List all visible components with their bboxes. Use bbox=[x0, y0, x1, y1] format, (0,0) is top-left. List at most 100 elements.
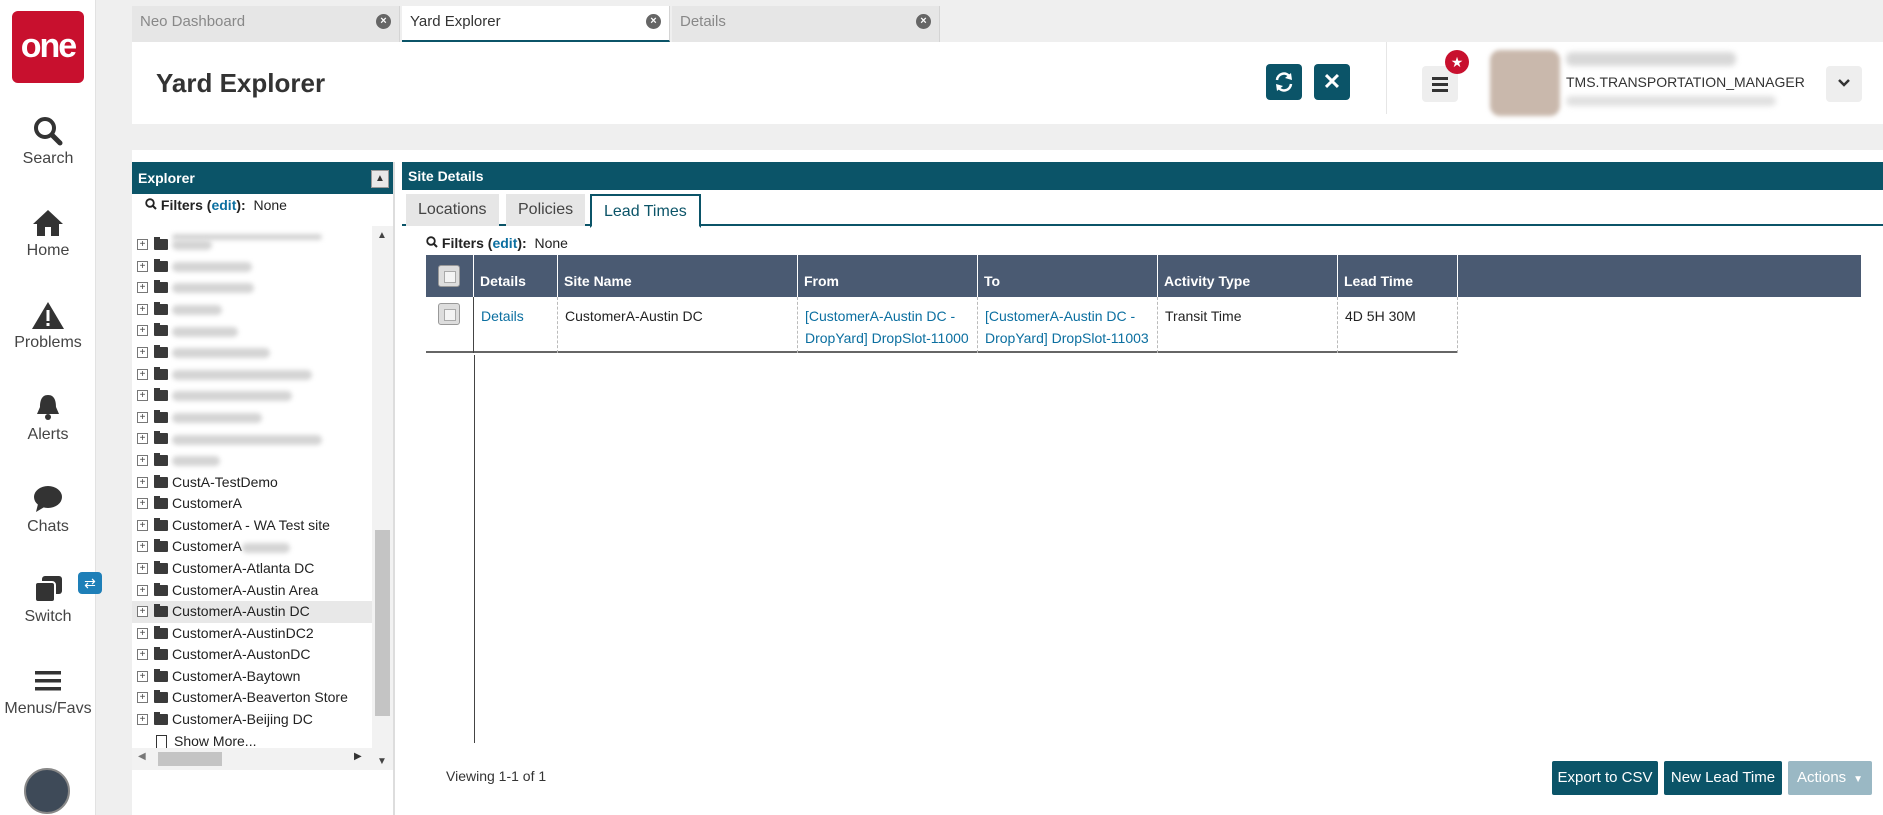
collapse-button[interactable]: ▲ bbox=[371, 170, 389, 188]
assistant-avatar[interactable] bbox=[24, 768, 70, 814]
nav-home-label: Home bbox=[26, 242, 70, 259]
vertical-scrollbar[interactable]: ▲ ▼ bbox=[372, 226, 393, 770]
user-email-redacted bbox=[1566, 96, 1776, 106]
nav-alerts[interactable]: Alerts bbox=[0, 392, 96, 468]
tree-item-redacted[interactable]: + bbox=[132, 428, 372, 450]
filters-label: Filters bbox=[441, 235, 484, 251]
grid-header: Details Site Name From To Activity Type … bbox=[426, 255, 1861, 297]
column-header-to[interactable]: To bbox=[978, 255, 1158, 297]
table-row[interactable]: Details CustomerA-Austin DC [CustomerA-A… bbox=[426, 297, 1458, 353]
select-all-cell bbox=[426, 255, 474, 297]
tree-item-redacted[interactable] bbox=[132, 226, 372, 241]
close-tab-icon[interactable]: × bbox=[646, 14, 661, 29]
tree-item[interactable]: + CustomerA-Austin Area bbox=[132, 580, 372, 602]
filters-label: Filters bbox=[160, 197, 203, 213]
explorer-title: Explorer bbox=[138, 170, 195, 186]
tab-policies[interactable]: Policies bbox=[506, 194, 586, 226]
tree-item-label: CustomerA-Beijing DC bbox=[172, 711, 313, 728]
tree-item[interactable]: + CustomerA bbox=[132, 536, 372, 558]
new-lead-time-button[interactable]: New Lead Time bbox=[1664, 761, 1782, 795]
tree-item-redacted[interactable]: + bbox=[132, 342, 372, 364]
user-menu-button[interactable] bbox=[1826, 66, 1862, 102]
search-icon bbox=[34, 117, 63, 146]
close-tab-icon[interactable]: × bbox=[376, 14, 391, 29]
actions-button[interactable]: Actions ▼ bbox=[1788, 761, 1872, 795]
scroll-down-icon[interactable]: ▼ bbox=[377, 756, 387, 767]
scroll-thumb[interactable] bbox=[375, 530, 390, 716]
caret-down-icon: ▼ bbox=[1850, 774, 1864, 785]
close-button[interactable]: ✕ bbox=[1314, 64, 1350, 100]
site-details-title: Site Details bbox=[408, 168, 484, 184]
tab-locations[interactable]: Locations bbox=[406, 194, 499, 226]
header-divider bbox=[1386, 42, 1387, 114]
nav-alerts-label: Alerts bbox=[27, 426, 69, 443]
row-checkbox[interactable] bbox=[438, 303, 460, 325]
nav-search[interactable]: Search bbox=[0, 116, 96, 192]
tree-item-selected[interactable]: + CustomerA-Austin DC bbox=[132, 601, 372, 623]
scroll-left-icon[interactable]: ◀ bbox=[138, 751, 146, 762]
nav-problems[interactable]: Problems bbox=[0, 300, 96, 376]
site-details-panel: Site Details Locations Policies Lead Tim… bbox=[402, 162, 1883, 815]
one-logo[interactable]: one bbox=[12, 11, 84, 83]
scroll-right-icon[interactable]: ▶ bbox=[354, 751, 362, 762]
horizontal-scrollbar[interactable]: ◀ ▶ bbox=[132, 748, 372, 770]
to-link[interactable]: [CustomerA-Austin DC - DropYard] DropSlo… bbox=[978, 297, 1158, 353]
nav-menus-favs[interactable]: Menus/Favs bbox=[0, 666, 96, 742]
user-role: TMS.TRANSPORTATION_MANAGER bbox=[1566, 74, 1805, 90]
tree-item-label: CustomerA-Beaverton Store bbox=[172, 689, 348, 706]
swap-arrows-icon[interactable]: ⇄ bbox=[78, 572, 102, 594]
tree-item-redacted[interactable]: + bbox=[132, 277, 372, 299]
tab-lead-times[interactable]: Lead Times bbox=[590, 194, 701, 228]
bell-icon bbox=[37, 395, 59, 420]
details-link[interactable]: Details bbox=[474, 297, 558, 353]
search-icon bbox=[145, 198, 157, 210]
activity-type-cell: Transit Time bbox=[1158, 297, 1338, 353]
tab-yard-explorer[interactable]: Yard Explorer × bbox=[402, 6, 670, 42]
tree-item-label: CustomerA - WA Test site bbox=[172, 516, 330, 533]
tree-item-redacted[interactable]: + bbox=[132, 256, 372, 278]
select-all-checkbox[interactable] bbox=[438, 265, 460, 287]
show-more-label: Show More... bbox=[174, 732, 257, 748]
nav-search-label: Search bbox=[22, 150, 74, 167]
home-icon bbox=[33, 210, 63, 236]
tab-details[interactable]: Details × bbox=[672, 6, 940, 42]
nav-home[interactable]: Home bbox=[0, 208, 96, 284]
tree-item[interactable]: + CustA-TestDemo bbox=[132, 472, 372, 494]
tree-item-redacted[interactable]: + bbox=[132, 450, 372, 472]
grid-filters: Filters (edit): None bbox=[426, 232, 568, 254]
refresh-button[interactable] bbox=[1266, 64, 1302, 100]
column-header-from[interactable]: From bbox=[798, 255, 978, 297]
tree-item-label: CustomerA bbox=[172, 495, 243, 512]
tree-item[interactable]: + CustomerA-AustonDC bbox=[132, 644, 372, 666]
show-more-link[interactable]: Show More... bbox=[132, 731, 372, 748]
tab-neo-dashboard[interactable]: Neo Dashboard × bbox=[132, 6, 400, 42]
scroll-up-icon[interactable]: ▲ bbox=[377, 230, 387, 241]
tree-item-redacted[interactable]: + bbox=[132, 385, 372, 407]
tree-item[interactable]: + CustomerA-AustinDC2 bbox=[132, 623, 372, 645]
tree-item[interactable]: + CustomerA-Beijing DC bbox=[132, 709, 372, 731]
export-csv-button[interactable]: Export to CSV bbox=[1552, 761, 1658, 795]
tree-item[interactable]: + CustomerA-Baytown bbox=[132, 666, 372, 688]
column-header-lead-time[interactable]: Lead Time bbox=[1338, 255, 1458, 297]
tree-item-redacted[interactable]: + bbox=[132, 299, 372, 321]
scroll-thumb[interactable] bbox=[158, 752, 222, 766]
tree-item-redacted[interactable]: + bbox=[132, 364, 372, 386]
tree-item[interactable]: + CustomerA bbox=[132, 493, 372, 515]
from-link[interactable]: [CustomerA-Austin DC - DropYard] DropSlo… bbox=[798, 297, 978, 353]
tree-item-redacted[interactable]: + bbox=[132, 407, 372, 429]
nav-chats[interactable]: Chats bbox=[0, 484, 96, 560]
filters-value: None bbox=[253, 197, 287, 213]
column-header-details[interactable]: Details bbox=[474, 255, 558, 297]
explorer-filters: Filters (edit): None bbox=[132, 194, 393, 216]
filters-edit-link[interactable]: edit bbox=[211, 197, 236, 213]
filters-edit-link[interactable]: edit bbox=[492, 235, 517, 251]
tree-item[interactable]: + CustomerA - WA Test site bbox=[132, 515, 372, 537]
column-header-site-name[interactable]: Site Name bbox=[558, 255, 798, 297]
tree-item-label: CustomerA-Baytown bbox=[172, 667, 301, 684]
close-tab-icon[interactable]: × bbox=[916, 14, 931, 29]
tree-item[interactable]: + CustomerA-Atlanta DC bbox=[132, 558, 372, 580]
tree-item-redacted[interactable]: + bbox=[132, 320, 372, 342]
column-header-activity-type[interactable]: Activity Type bbox=[1158, 255, 1338, 297]
tree-item-redacted[interactable]: + bbox=[132, 234, 372, 256]
tree-item[interactable]: + CustomerA-Beaverton Store bbox=[132, 687, 372, 709]
